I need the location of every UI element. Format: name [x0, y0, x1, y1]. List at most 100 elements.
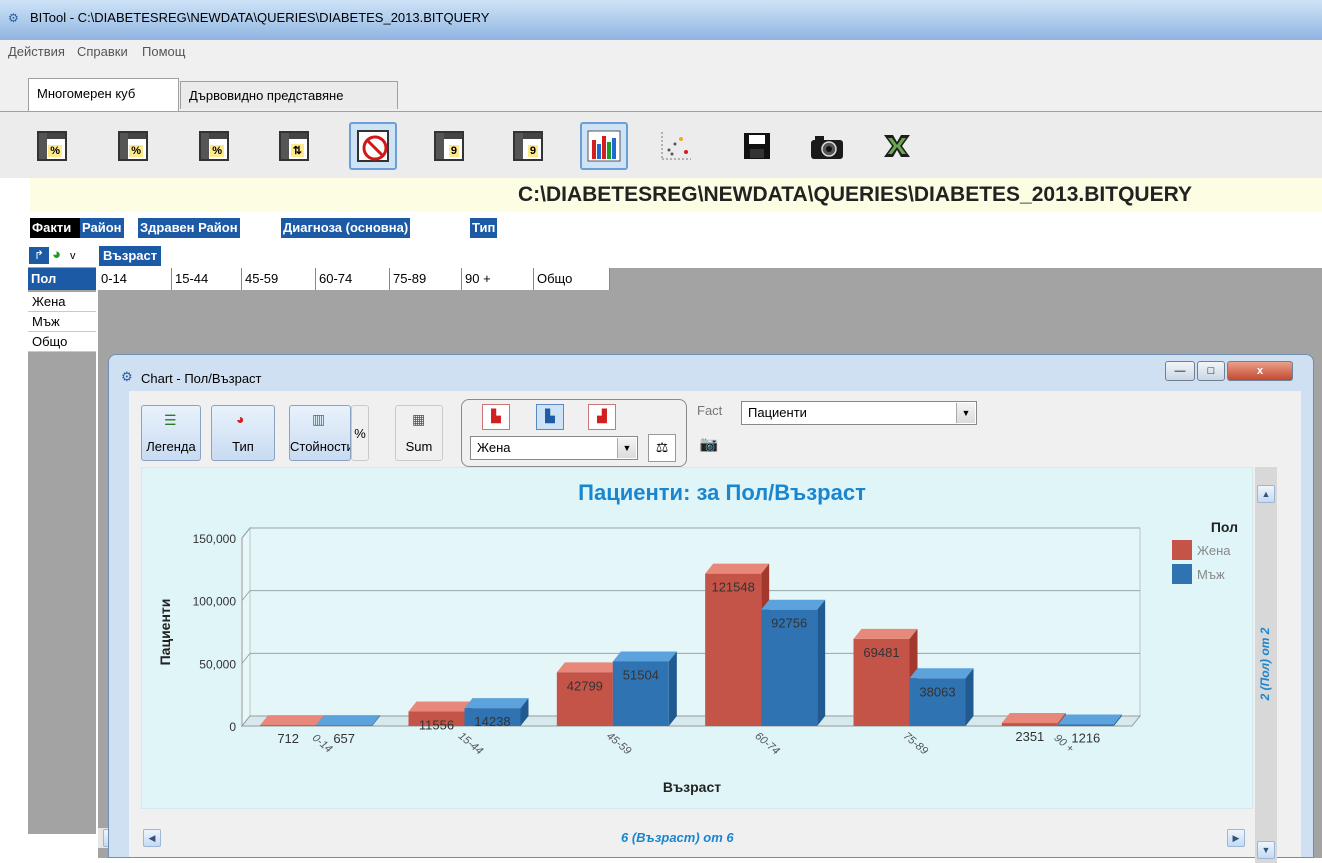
bar-side — [817, 599, 826, 726]
legend-button-label: Легенда — [146, 439, 196, 454]
column-header[interactable]: 75-89 — [390, 268, 462, 290]
horizontal-pager[interactable]: ◀ 6 (Възраст) от 6 ▶ — [141, 815, 1251, 855]
vertical-pager[interactable]: ▲ 2 (Пол) от 2 ▼ — [1255, 467, 1277, 863]
percent-row-button[interactable]: % — [28, 122, 76, 170]
pivot-corner: ↱ ◕ v — [28, 244, 98, 267]
percent-column-button[interactable]: % — [109, 122, 157, 170]
bar-top — [1057, 714, 1122, 725]
series-select[interactable]: Жена ▼ — [470, 436, 638, 460]
close-button[interactable]: x — [1227, 361, 1293, 381]
bar-side — [965, 668, 974, 726]
column-header[interactable]: 90 + — [462, 268, 534, 290]
bar-side — [668, 651, 677, 726]
menu-arrow-label[interactable]: v — [70, 250, 76, 262]
chevron-down-icon[interactable]: ▼ — [956, 403, 975, 423]
percent-button[interactable]: % — [351, 405, 369, 461]
chart-side-wall — [241, 526, 251, 728]
scroll-up-icon[interactable]: ▲ — [1257, 485, 1275, 503]
tab-tree-view[interactable]: Дървовидно представяне — [180, 81, 398, 109]
bar-chart-button[interactable] — [580, 122, 628, 170]
dimension-type[interactable]: Тип — [470, 218, 498, 238]
legend-button[interactable]: ☰ Легенда — [141, 405, 201, 461]
minimize-button[interactable]: — — [1165, 361, 1195, 381]
y-tick-label: 150,000 — [193, 532, 237, 546]
save-button[interactable] — [733, 122, 781, 170]
vertical-pager-label: 2 (Пол) от 2 — [1258, 627, 1272, 701]
chart-type-button[interactable]: ◕ Тип — [211, 405, 275, 461]
row-header[interactable]: Мъж — [28, 312, 96, 332]
column-header[interactable]: Общо — [534, 268, 610, 290]
pie-menu-icon[interactable]: ◕ — [52, 246, 61, 263]
sum-button[interactable]: ▦ Sum — [395, 405, 443, 461]
main-toolbar: % % % ⇅ 9 9 — [0, 112, 1322, 178]
decimals-alt-button[interactable]: 9 — [504, 122, 552, 170]
x-tick-label: 75-89 — [901, 730, 930, 757]
excel-export-button[interactable] — [873, 122, 921, 170]
hide-empty-button[interactable] — [349, 122, 397, 170]
tab-bar: Многомерен куб Дървовидно представяне — [0, 64, 1322, 112]
values-button[interactable]: ▥ Стойности — [289, 405, 351, 461]
column-header[interactable]: 45-59 — [242, 268, 316, 290]
data-label: 712 — [277, 731, 299, 746]
vertical-pager-label-box: 2 (Пол) от 2 — [1255, 597, 1277, 737]
menu-bar: Действия Справки Помощ — [0, 40, 1322, 65]
column-header[interactable]: 15-44 — [172, 268, 242, 290]
column-header[interactable]: 0-14 — [98, 268, 172, 290]
dimension-facts[interactable]: Факти — [30, 218, 84, 238]
sort-button[interactable]: ⇅ — [270, 122, 318, 170]
grouped-bar-icon[interactable]: ▙ — [482, 404, 510, 430]
chart-type-label: Тип — [232, 439, 254, 454]
menu-actions[interactable]: Действия — [8, 44, 65, 59]
scroll-down-icon[interactable]: ▼ — [1257, 841, 1275, 859]
x-axis-label: Възраст — [663, 779, 721, 795]
values-chart-icon: ▥ — [312, 411, 326, 427]
decimals-button[interactable]: 9 — [425, 122, 473, 170]
row-header[interactable]: Общо — [28, 332, 96, 352]
y-tick-label: 50,000 — [199, 657, 236, 671]
chevron-down-icon[interactable]: ▼ — [617, 438, 636, 458]
menu-reports[interactable]: Справки — [77, 44, 128, 59]
stacked-bar-icon[interactable]: ▙ — [536, 404, 564, 430]
bar-top — [853, 628, 918, 639]
horizontal-pager-label: 6 (Възраст) от 6 — [621, 830, 734, 845]
percent-bar-icon[interactable]: ▟ — [588, 404, 616, 430]
no-entry-icon — [357, 130, 389, 162]
x-tick-label: 15-44 — [456, 730, 485, 757]
y-tick-label: 100,000 — [193, 595, 237, 609]
series-select-value: Жена — [477, 440, 511, 455]
column-dimension-chip[interactable]: Възраст — [99, 246, 162, 266]
row-header[interactable]: Жена — [28, 292, 96, 312]
pivot-swap-icon[interactable]: ↱ — [29, 247, 49, 264]
legend-swatch — [1172, 540, 1192, 560]
tab-multidimensional-cube[interactable]: Многомерен куб — [28, 78, 179, 111]
table-sort-icon: ⇅ — [279, 131, 309, 161]
scroll-left-icon[interactable]: ◀ — [143, 829, 161, 847]
scroll-right-icon[interactable]: ▶ — [1227, 829, 1245, 847]
fact-select[interactable]: Пациенти ▼ — [741, 401, 977, 425]
chart-camera-icon[interactable]: 📷 — [697, 433, 721, 457]
chart-window: ⚙ Chart - Пол/Възраст — □ x ☰ Легенда ◕ … — [108, 354, 1314, 863]
screenshot-button[interactable] — [803, 122, 851, 170]
menu-help[interactable]: Помощ — [142, 44, 185, 59]
data-label: 11556 — [419, 718, 454, 733]
bar — [260, 725, 317, 726]
legend-icon: ☰ — [164, 412, 177, 428]
maximize-button[interactable]: □ — [1197, 361, 1225, 381]
balance-icon[interactable]: ⚖ — [648, 434, 676, 462]
scatter-chart-button[interactable] — [652, 122, 700, 170]
column-header[interactable]: 60-74 — [316, 268, 390, 290]
data-label: 38063 — [919, 684, 955, 699]
dimension-district[interactable]: Район — [80, 218, 124, 238]
dimension-diagnosis[interactable]: Диагноза (основна) — [281, 218, 411, 238]
legend-entry: Мъж — [1197, 567, 1225, 582]
dimension-health-district[interactable]: Здравен Район — [138, 218, 240, 238]
row-dimension-chip[interactable]: Пол — [28, 268, 96, 290]
data-label: 42799 — [567, 678, 603, 693]
app-icon: ⚙ — [8, 11, 19, 25]
x-tick-label: 45-59 — [604, 730, 633, 757]
percent-total-button[interactable]: % — [190, 122, 238, 170]
title-bar: ⚙ BITool - C:\DIABETESREG\NEWDATA\QUERIE… — [0, 0, 1322, 40]
bar-top — [260, 715, 325, 726]
data-label: 92756 — [771, 616, 807, 631]
bar — [316, 725, 373, 726]
